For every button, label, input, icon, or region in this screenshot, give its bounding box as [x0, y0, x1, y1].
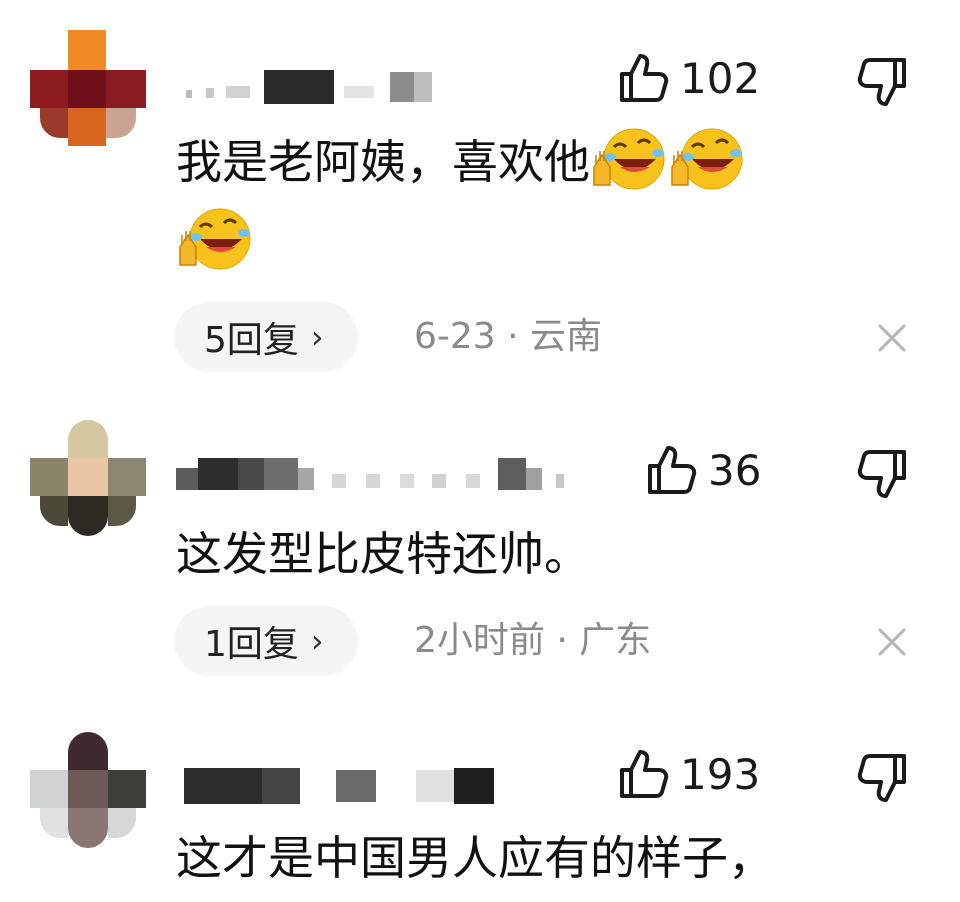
like-count: 193: [680, 749, 761, 799]
close-icon[interactable]: [872, 318, 912, 358]
comment-meta: 2小时前 · 广东: [414, 620, 652, 661]
avatar[interactable]: [30, 732, 146, 848]
chevron-right-icon: ›: [310, 622, 324, 660]
comment-meta: 6-23 · 云南: [414, 316, 603, 357]
replies-label: 1回复: [204, 624, 299, 665]
comment-text: 这才是中国男人应有的样子，: [176, 818, 896, 898]
laugh-cry-emoji: [590, 127, 668, 193]
thumbs-up-icon[interactable]: [618, 52, 670, 104]
username-redacted[interactable]: [176, 764, 506, 804]
thumbs-down-icon[interactable]: [856, 448, 908, 500]
replies-button[interactable]: 5回复 ›: [174, 302, 358, 372]
comment-text: 这发型比皮特还帅。: [176, 514, 896, 594]
avatar[interactable]: [30, 420, 146, 536]
laugh-cry-emoji: [176, 207, 254, 273]
like-count: 36: [708, 445, 762, 495]
like-button[interactable]: 193: [618, 748, 760, 800]
close-icon[interactable]: [872, 622, 912, 662]
chevron-right-icon: ›: [310, 318, 324, 356]
replies-label: 5回复: [204, 320, 299, 361]
thumbs-up-icon[interactable]: [646, 444, 698, 496]
avatar[interactable]: [30, 30, 146, 146]
username-redacted[interactable]: [176, 66, 466, 106]
replies-button[interactable]: 1回复 ›: [174, 606, 358, 676]
like-button[interactable]: 102: [618, 52, 760, 104]
laugh-cry-emoji: [668, 127, 746, 193]
comment-text: 我是老阿姨，喜欢他: [176, 122, 896, 282]
thumbs-up-icon[interactable]: [618, 748, 670, 800]
username-redacted[interactable]: [176, 454, 576, 494]
like-button[interactable]: 36: [646, 444, 761, 496]
thumbs-down-icon[interactable]: [856, 752, 908, 804]
comment-text-content: 这发型比皮特还帅。: [176, 527, 590, 581]
comment-text-content: 这才是中国男人应有的样子，: [176, 831, 774, 885]
comment-text-content: 我是老阿姨，喜欢他: [176, 135, 590, 189]
like-count: 102: [680, 53, 761, 103]
thumbs-down-icon[interactable]: [856, 56, 908, 108]
